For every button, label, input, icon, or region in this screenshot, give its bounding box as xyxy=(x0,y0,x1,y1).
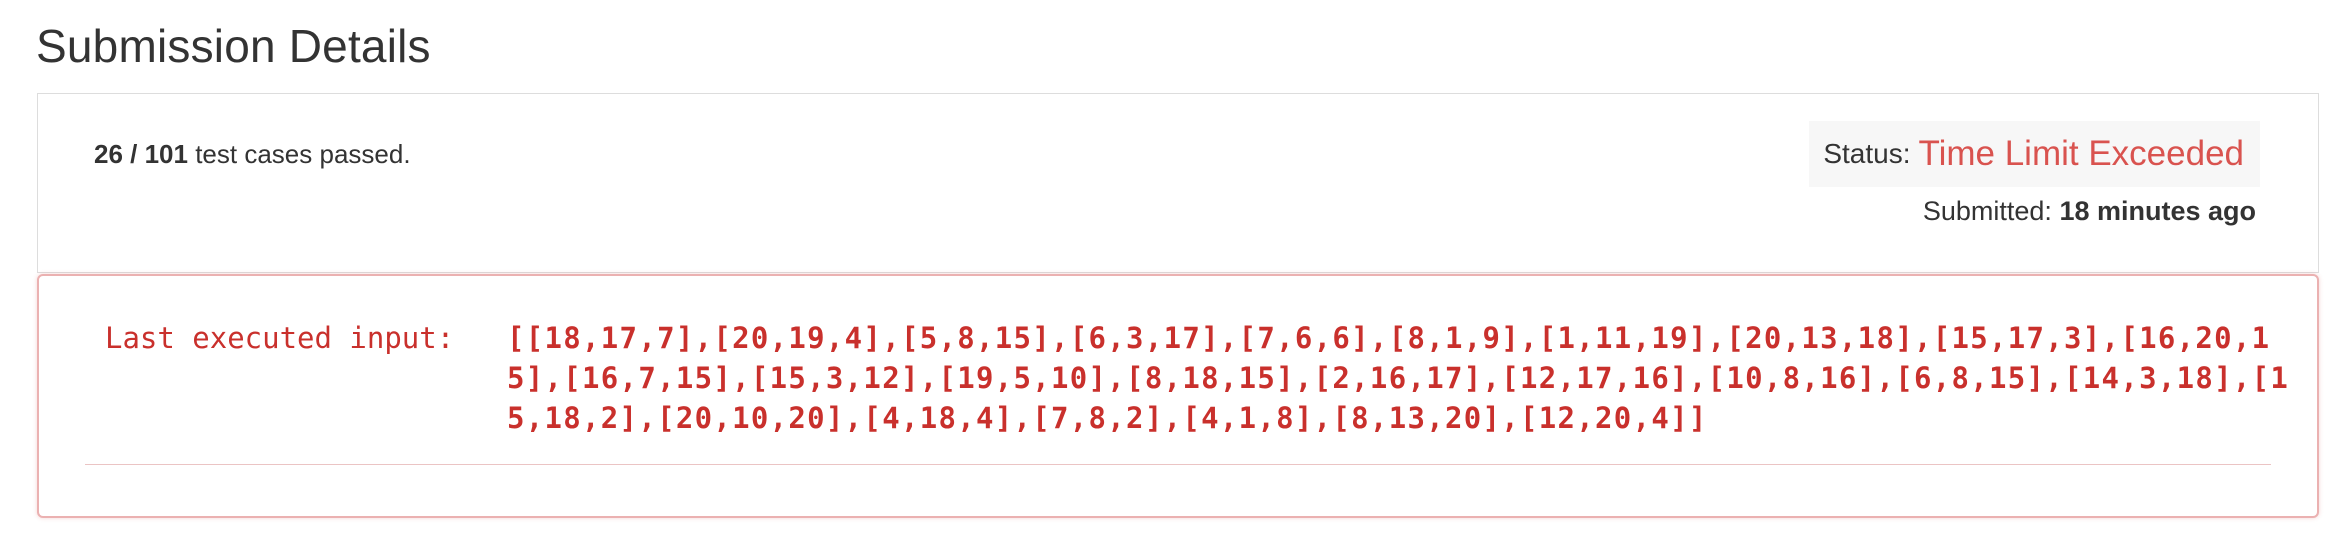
last-executed-input-value: [[18,17,7],[20,19,4],[5,8,15],[6,3,17],[… xyxy=(507,321,2290,435)
submitted-value: 18 minutes ago xyxy=(2059,196,2256,226)
submission-summary-panel: 26 / 101 test cases passed. Status: Time… xyxy=(37,93,2319,273)
last-executed-input-label: Last executed input: xyxy=(105,321,455,355)
passed-suffix: test cases passed. xyxy=(187,139,411,169)
passed-count: 26 / 101 xyxy=(94,139,188,169)
status-label: Status: xyxy=(1823,138,1911,169)
last-executed-input-panel: Last executed input: [[18,17,7],[20,19,4… xyxy=(37,274,2319,518)
status-box: Status: Time Limit Exceeded xyxy=(1809,121,2260,187)
submitted-time: Submitted: 18 minutes ago xyxy=(1923,194,2256,228)
test-cases-passed: 26 / 101 test cases passed. xyxy=(94,138,411,170)
submitted-label: Submitted: xyxy=(1922,196,2052,226)
page-title: Submission Details xyxy=(36,20,431,72)
error-divider xyxy=(85,464,2271,465)
status-value[interactable]: Time Limit Exceeded xyxy=(1919,134,2245,174)
